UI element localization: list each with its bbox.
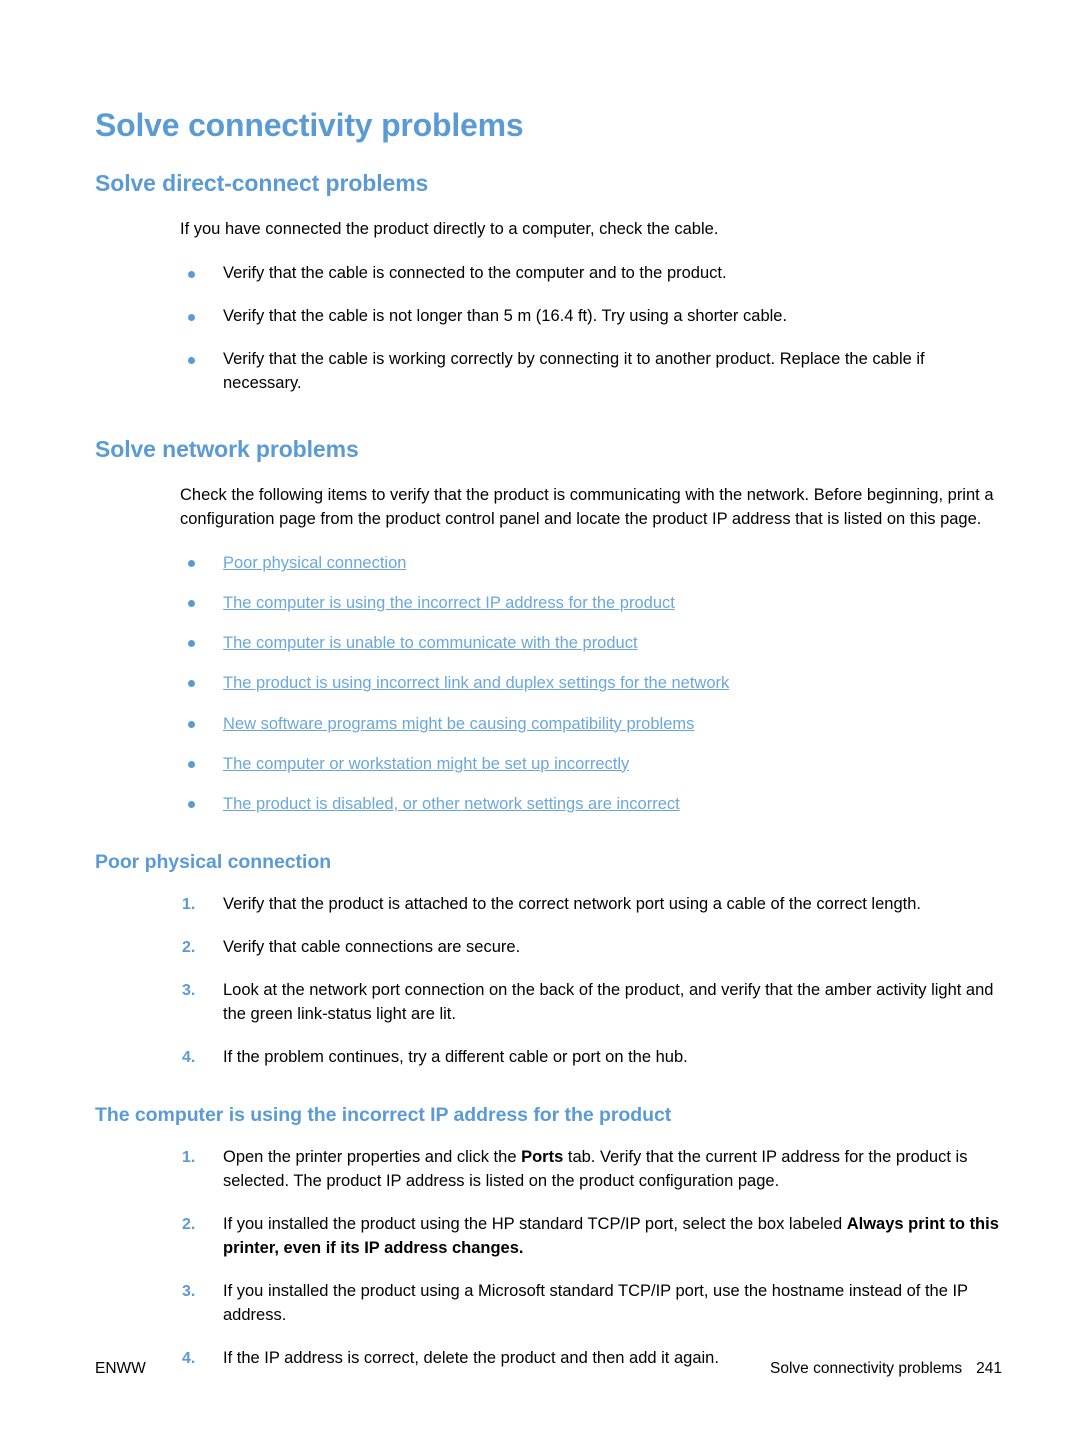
step-number: 4. xyxy=(182,1048,196,1066)
list-item: The computer or workstation might be set… xyxy=(95,753,1002,776)
link-unable-to-communicate[interactable]: The computer is unable to communicate wi… xyxy=(223,634,638,652)
bullet-dot-icon xyxy=(188,560,195,568)
section-heading-direct-connect: Solve direct-connect problems xyxy=(95,169,429,196)
list-item: 4. If the problem continues, try a diffe… xyxy=(95,1046,1002,1070)
page-title: Solve connectivity problems xyxy=(95,107,524,143)
link-incorrect-link-duplex[interactable]: The product is using incorrect link and … xyxy=(223,674,729,692)
direct-connect-bullet-list: Verify that the cable is connected to th… xyxy=(95,262,1002,396)
list-item: Verify that the cable is connected to th… xyxy=(95,262,1002,286)
step-number: 2. xyxy=(182,938,196,956)
document-page: Solve connectivity problems Solve direct… xyxy=(0,0,1080,1437)
step-number: 1. xyxy=(182,895,196,913)
bullet-dot-icon xyxy=(188,680,195,688)
step-text: If the problem continues, try a differen… xyxy=(223,1047,688,1066)
footer-right-group: Solve connectivity problems 241 xyxy=(770,1360,1002,1378)
link-incorrect-ip-address[interactable]: The computer is using the incorrect IP a… xyxy=(223,594,675,612)
link-poor-physical-connection[interactable]: Poor physical connection xyxy=(223,554,406,572)
page-footer: ENWW Solve connectivity problems 241 xyxy=(95,1360,1002,1378)
step-number: 1. xyxy=(182,1149,196,1167)
step-number: 3. xyxy=(182,1283,196,1301)
list-item: 3. Look at the network port connection o… xyxy=(95,979,1002,1027)
step-text: Verify that cable connections are secure… xyxy=(223,937,521,956)
list-item-text: Verify that the cable is connected to th… xyxy=(223,264,727,283)
bullet-dot-icon xyxy=(188,314,195,322)
bullet-dot-icon xyxy=(188,760,195,768)
list-item: Poor physical connection xyxy=(95,552,1002,575)
step-text: Look at the network port connection on t… xyxy=(223,980,994,1023)
incorrect-ip-steps-list: 1. Open the printer properties and click… xyxy=(95,1146,1002,1370)
list-item: The computer is unable to communicate wi… xyxy=(95,632,1002,655)
step-number: 3. xyxy=(182,981,196,999)
link-product-disabled-settings[interactable]: The product is disabled, or other networ… xyxy=(223,795,680,813)
list-item: 2. Verify that cable connections are sec… xyxy=(95,936,1002,960)
list-item: 3. If you installed the product using a … xyxy=(95,1280,1002,1328)
bullet-dot-icon xyxy=(188,800,195,808)
list-item: The product is disabled, or other networ… xyxy=(95,793,1002,816)
link-new-software-compatibility[interactable]: New software programs might be causing c… xyxy=(223,715,694,733)
footer-section-title: Solve connectivity problems xyxy=(770,1360,963,1377)
list-item: New software programs might be causing c… xyxy=(95,713,1002,736)
bullet-dot-icon xyxy=(188,720,195,728)
list-item: 1. Open the printer properties and click… xyxy=(95,1146,1002,1194)
list-item-text: Verify that the cable is not longer than… xyxy=(223,307,788,326)
subsection-heading-incorrect-ip-address: The computer is using the incorrect IP a… xyxy=(95,1104,672,1127)
step-text: If you installed the product using a Mic… xyxy=(223,1282,968,1325)
list-item: 2. If you installed the product using th… xyxy=(95,1213,1002,1261)
step-text: Verify that the product is attached to t… xyxy=(223,894,921,913)
step-text: If you installed the product using the H… xyxy=(223,1215,999,1258)
bullet-dot-icon xyxy=(188,271,195,279)
link-workstation-setup[interactable]: The computer or workstation might be set… xyxy=(223,755,629,773)
list-item: Verify that the cable is not longer than… xyxy=(95,305,1002,329)
bullet-dot-icon xyxy=(188,640,195,648)
list-item: The computer is using the incorrect IP a… xyxy=(95,592,1002,615)
network-intro: Check the following items to verify that… xyxy=(180,486,994,529)
step-number: 2. xyxy=(182,1216,196,1234)
poor-physical-steps-list: 1. Verify that the product is attached t… xyxy=(95,893,1002,1070)
network-topic-link-list: Poor physical connection The computer is… xyxy=(95,552,1002,816)
footer-page-number: 241 xyxy=(976,1360,1002,1377)
direct-connect-body: If you have connected the product direct… xyxy=(180,218,1002,242)
step-text: Open the printer properties and click th… xyxy=(223,1148,968,1191)
list-item: Verify that the cable is working correct… xyxy=(95,348,1002,396)
subsection-heading-poor-physical-connection: Poor physical connection xyxy=(95,850,332,873)
list-item: 1. Verify that the product is attached t… xyxy=(95,893,1002,917)
list-item-text: Verify that the cable is working correct… xyxy=(223,350,925,392)
direct-connect-intro: If you have connected the product direct… xyxy=(180,220,719,239)
list-item: The product is using incorrect link and … xyxy=(95,672,1002,695)
bullet-dot-icon xyxy=(188,600,195,608)
section-heading-network: Solve network problems xyxy=(95,435,359,462)
network-body: Check the following items to verify that… xyxy=(180,484,1002,532)
footer-locale-label: ENWW xyxy=(95,1360,146,1377)
bullet-dot-icon xyxy=(188,357,195,365)
